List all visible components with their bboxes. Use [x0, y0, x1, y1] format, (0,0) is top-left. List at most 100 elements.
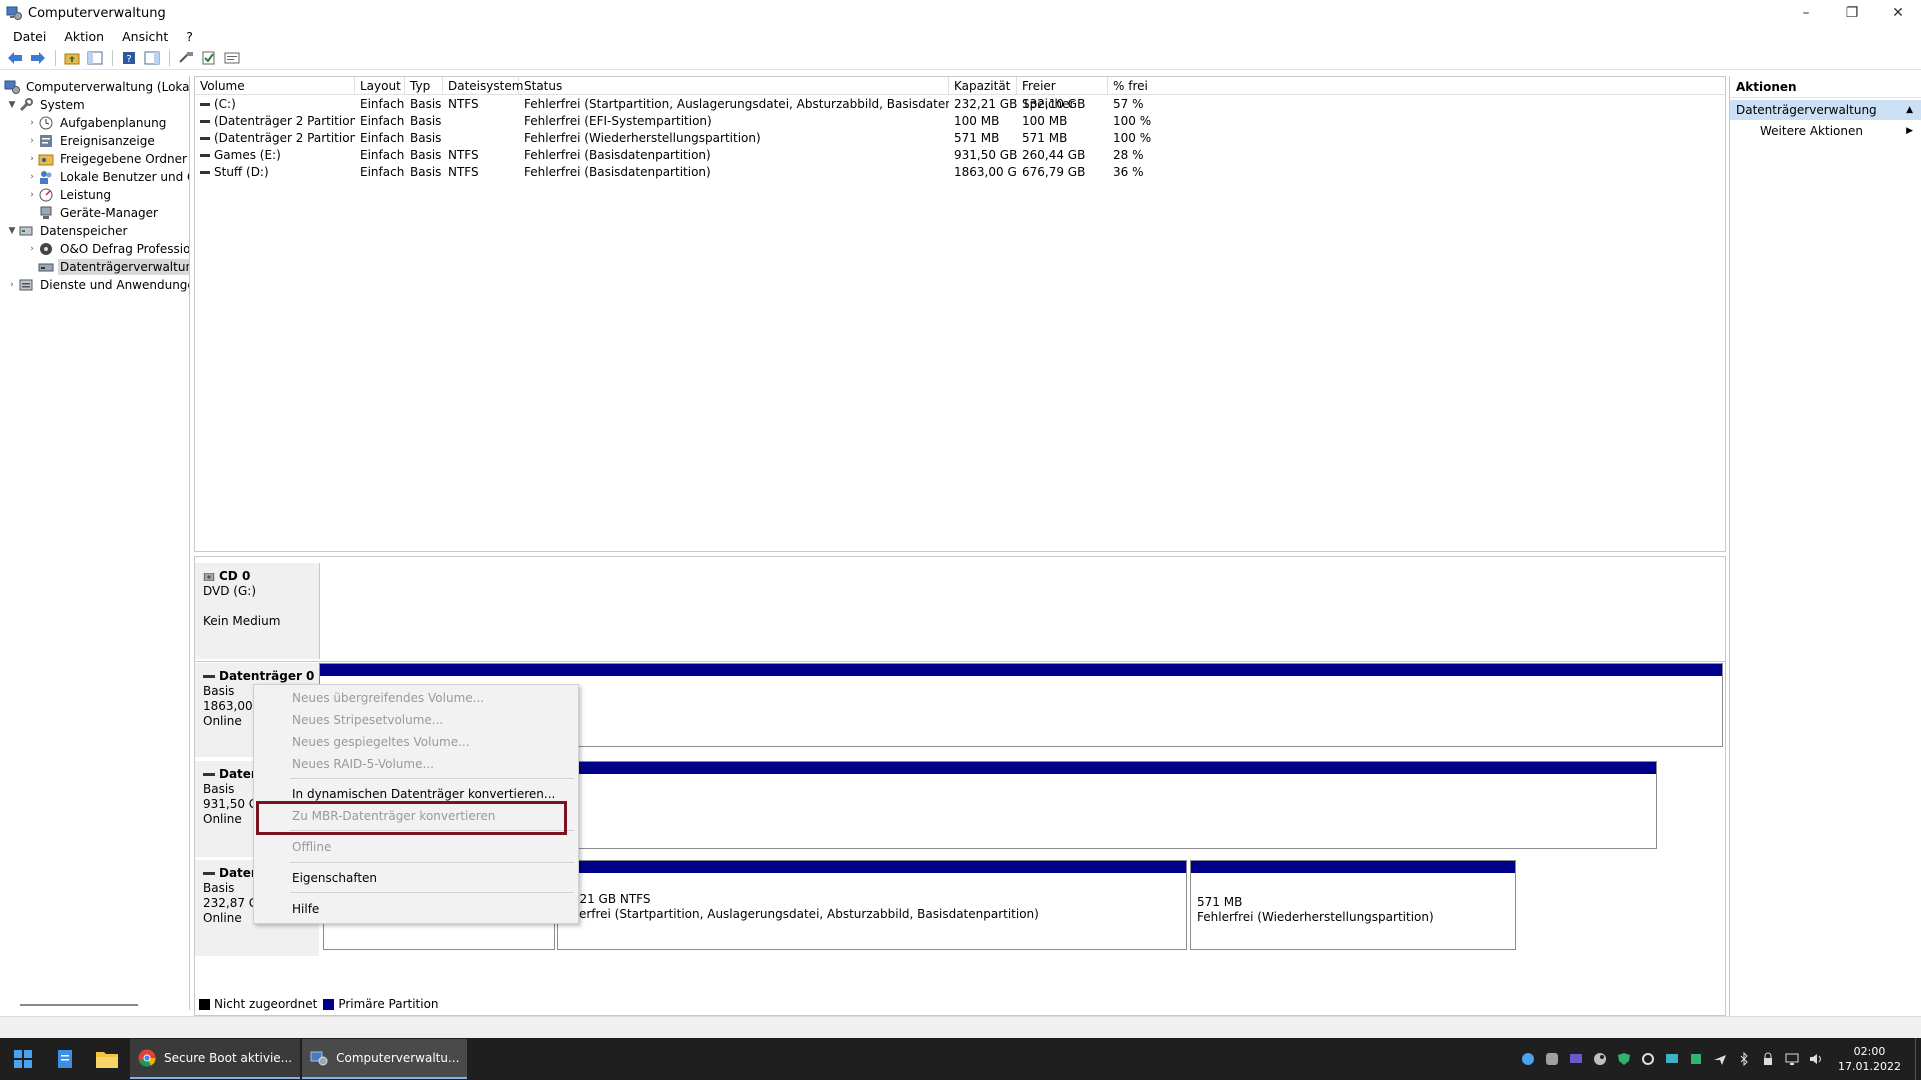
tray-app-icon[interactable] — [1612, 1038, 1636, 1080]
tree-horizontal-scrollbar[interactable] — [20, 1004, 138, 1006]
help-button[interactable]: ? — [118, 47, 140, 69]
tree-item-datenspeicher[interactable]: ▼ Datenspeicher — [6, 222, 129, 240]
expand-arrow-icon[interactable]: › — [26, 244, 38, 254]
restore-button[interactable]: ❐ — [1829, 0, 1875, 26]
show-action-pane-button[interactable] — [141, 47, 163, 69]
tray-app-icon[interactable] — [1516, 1038, 1540, 1080]
partition-c[interactable]: :) 2,21 GB NTFS nlerfrei (Startpartition… — [557, 860, 1187, 950]
action-pane-icon — [144, 51, 160, 64]
close-button[interactable]: ✕ — [1875, 0, 1921, 26]
collapse-arrow-icon[interactable]: ▼ — [6, 226, 18, 236]
column-freier-speicher[interactable]: Freier Speicher — [1017, 77, 1108, 111]
document-icon — [58, 1050, 72, 1068]
minimize-button[interactable]: – — [1783, 0, 1829, 26]
tree-item-freigegebene-ordner[interactable]: › Freigegebene Ordner — [26, 150, 189, 168]
menu-item-neues-gespiegeltes-volume[interactable]: Neues gespiegeltes Volume... — [254, 732, 578, 752]
properties-button[interactable] — [221, 47, 243, 69]
connect-button[interactable] — [175, 47, 197, 69]
tray-app-icon[interactable] — [1636, 1038, 1660, 1080]
menu-item-neues-raid5-volume[interactable]: Neues RAID-5-Volume... — [254, 754, 578, 774]
volume-tray-icon[interactable] — [1804, 1038, 1828, 1080]
column-typ[interactable]: Typ — [405, 77, 443, 95]
menu-datei[interactable]: Datei — [4, 29, 55, 44]
table-row[interactable]: Games (E:) Einfach Basis NTFS Fehlerfrei… — [195, 147, 1725, 164]
back-button[interactable] — [4, 47, 26, 69]
expand-arrow-icon[interactable]: › — [26, 118, 38, 128]
table-row[interactable]: (C:) Einfach Basis NTFS Fehlerfrei (Star… — [195, 96, 1725, 113]
windows-logo-icon — [14, 1050, 32, 1068]
tray-app-icon[interactable] — [1684, 1038, 1708, 1080]
menu-item-neues-stripesetvolume[interactable]: Neues Stripesetvolume... — [254, 710, 578, 730]
taskbar-app-chrome[interactable]: Secure Boot aktivie... — [130, 1039, 301, 1079]
menu-item-hilfe[interactable]: Hilfe — [254, 899, 578, 919]
show-tree-button[interactable] — [84, 47, 106, 69]
cell-kapazitaet: 100 MB — [954, 114, 1000, 128]
menu-item-neues-uebergreifendes-volume[interactable]: Neues übergreifendes Volume... — [254, 688, 578, 708]
tree-item-computerverwaltung[interactable]: Computerverwaltung (Lokal) — [4, 78, 189, 96]
expand-arrow-icon[interactable]: › — [26, 154, 38, 164]
help-icon: ? — [123, 51, 135, 65]
tree-item-leistung[interactable]: › Leistung — [26, 186, 113, 204]
tree-item-aufgabenplanung[interactable]: › Aufgabenplanung — [26, 114, 168, 132]
show-desktop-button[interactable] — [1915, 1038, 1921, 1080]
partition-line: nlerfrei (Startpartition, Auslagerungsda… — [568, 907, 1039, 921]
table-row[interactable]: Stuff (D:) Einfach Basis NTFS Fehlerfrei… — [195, 164, 1725, 181]
disk-title: Datenträger 0 — [203, 669, 319, 684]
up-folder-button[interactable] — [61, 47, 83, 69]
disk-label-cd0[interactable]: CD 0 DVD (G:) Kein Medium — [195, 563, 319, 659]
column-prozent-frei[interactable]: % frei — [1108, 77, 1725, 95]
menu-item-offline[interactable]: Offline — [254, 837, 578, 857]
tree-item-dienste[interactable]: › Dienste und Anwendungen — [6, 276, 189, 294]
network-tray-icon[interactable] — [1780, 1038, 1804, 1080]
taskbar-clock[interactable]: 02:00 17.01.2022 — [1828, 1044, 1915, 1074]
column-volume[interactable]: Volume — [195, 77, 355, 95]
primary-partition-bar — [320, 664, 1722, 676]
expand-arrow-icon[interactable]: › — [26, 172, 38, 182]
table-row[interactable]: (Datenträger 2 Partition 4) Einfach Basi… — [195, 130, 1725, 147]
menu-aktion[interactable]: Aktion — [55, 29, 113, 44]
cell-dateisystem: NTFS — [448, 97, 479, 111]
tree-item-geraete-manager[interactable]: Geräte-Manager — [38, 204, 160, 222]
tray-app-icon[interactable] — [1540, 1038, 1564, 1080]
legend-unallocated: Nicht zugeordnet — [214, 997, 318, 1011]
tree-item-ereignisanzeige[interactable]: › Ereignisanzeige — [26, 132, 157, 150]
tray-app-icon[interactable] — [1588, 1038, 1612, 1080]
services-icon — [19, 279, 33, 291]
check-button[interactable] — [198, 47, 220, 69]
bluetooth-tray-icon[interactable] — [1732, 1038, 1756, 1080]
taskbar-file-explorer[interactable] — [86, 1038, 128, 1080]
expand-arrow-icon[interactable]: › — [6, 280, 18, 290]
expand-arrow-icon[interactable]: › — [26, 190, 38, 200]
expand-arrow-icon[interactable]: › — [26, 136, 38, 146]
status-bar — [0, 1016, 1921, 1038]
collapse-up-icon[interactable]: ▲ — [1906, 100, 1913, 120]
table-row[interactable]: (Datenträger 2 Partition 1) Einfach Basi… — [195, 113, 1725, 130]
partition-recovery[interactable]: 571 MB Fehlerfrei (Wiederherstellungspar… — [1190, 860, 1516, 950]
column-layout[interactable]: Layout — [355, 77, 405, 95]
actions-weitere-aktionen[interactable]: Weitere Aktionen ▶ — [1730, 120, 1921, 142]
column-status[interactable]: Status — [519, 77, 949, 95]
tray-app-icon[interactable] — [1708, 1038, 1732, 1080]
column-dateisystem[interactable]: Dateisystem — [443, 77, 523, 95]
column-kapazitaet[interactable]: Kapazität — [949, 77, 1017, 95]
taskbar-app-computerverwaltung[interactable]: Computerverwaltu... — [302, 1039, 468, 1079]
menu-help[interactable]: ? — [177, 29, 202, 44]
actions-section-datentraegerverwaltung[interactable]: Datenträgerverwaltung ▲ — [1730, 100, 1921, 120]
taskbar-notepad[interactable] — [44, 1038, 86, 1080]
menu-item-eigenschaften[interactable]: Eigenschaften — [254, 868, 578, 888]
tree-item-datentraegerverwaltung[interactable]: Datenträgerverwaltung — [38, 258, 189, 276]
menu-separator — [290, 862, 574, 863]
forward-button[interactable] — [27, 47, 49, 69]
tree-item-oo-defrag[interactable]: › O&O Defrag Professional — [26, 240, 189, 258]
tray-app-icon[interactable] — [1564, 1038, 1588, 1080]
toolbar: ? — [0, 46, 1921, 70]
primary-partition-bar — [1191, 861, 1515, 873]
tree-item-lokale-benutzer[interactable]: › Lokale Benutzer und Gruppen — [26, 168, 189, 186]
tray-app-icon[interactable] — [1660, 1038, 1684, 1080]
tree-item-label: Lokale Benutzer und Gruppen — [60, 170, 189, 184]
tree-item-system[interactable]: ▼ System — [6, 96, 87, 114]
security-tray-icon[interactable] — [1756, 1038, 1780, 1080]
start-button[interactable] — [2, 1038, 44, 1080]
menu-ansicht[interactable]: Ansicht — [113, 29, 177, 44]
collapse-arrow-icon[interactable]: ▼ — [6, 100, 18, 110]
